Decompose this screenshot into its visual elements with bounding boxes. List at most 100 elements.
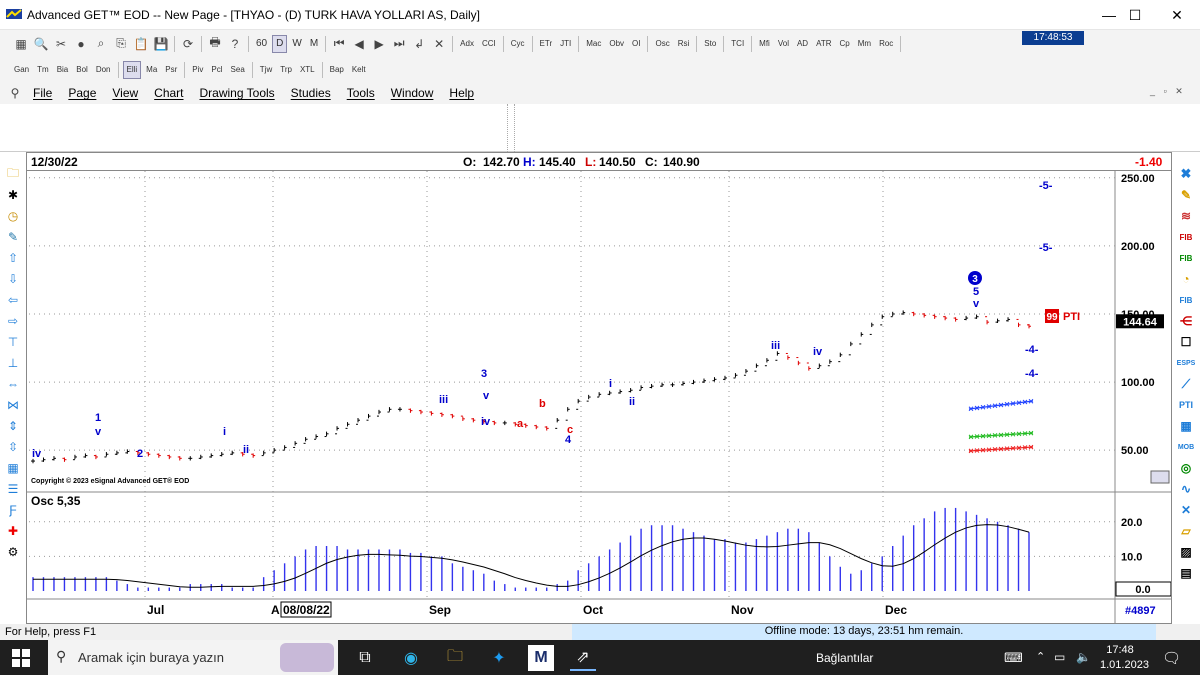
interval-daily[interactable]: D: [272, 34, 288, 53]
interval-weekly[interactable]: W: [289, 35, 304, 53]
study-button-mac[interactable]: Mac: [583, 35, 604, 53]
collapse-v-icon[interactable]: ⇕: [4, 417, 22, 435]
fib-green-icon[interactable]: FIB: [1177, 249, 1195, 267]
menu-window[interactable]: Window: [383, 86, 442, 100]
gann-icon[interactable]: ✱: [4, 186, 22, 204]
ruler-icon[interactable]: ▱: [1177, 522, 1195, 540]
menu-drawing-tools[interactable]: Drawing Tools: [192, 86, 283, 100]
target-icon[interactable]: ◎: [1177, 459, 1195, 477]
help-icon[interactable]: ?: [226, 35, 244, 53]
volume-icon[interactable]: 🔈: [1076, 650, 1091, 664]
study-button-etr[interactable]: ETr: [537, 35, 556, 53]
interval-60[interactable]: 60: [253, 35, 270, 53]
study-button-adx[interactable]: Adx: [457, 35, 477, 53]
table-icon[interactable]: ▦: [1177, 417, 1195, 435]
fan-icon[interactable]: ⋲: [1177, 312, 1195, 330]
scroll-end-icon[interactable]: ⏭: [390, 35, 408, 53]
edge-browser-icon[interactable]: ◉: [398, 645, 424, 671]
notification-icon[interactable]: 🗨: [1162, 649, 1181, 667]
scroll-start-icon[interactable]: ⏮: [330, 35, 348, 53]
mdi-window-controls[interactable]: _ ▫ ✕: [1150, 86, 1186, 97]
save-icon[interactable]: 💾: [152, 35, 170, 53]
tool-button-elli[interactable]: Elli: [122, 60, 142, 79]
align-top-icon[interactable]: ⊤: [4, 333, 22, 351]
tools-icon[interactable]: ✂: [52, 35, 70, 53]
fib-icon[interactable]: Ƒ: [4, 501, 22, 519]
tool-button-psr[interactable]: Psr: [162, 61, 180, 79]
refresh-icon[interactable]: ⟳: [179, 35, 197, 53]
menu-help[interactable]: Help: [441, 86, 482, 100]
timer-icon[interactable]: ◔: [1177, 270, 1195, 288]
compress-icon[interactable]: ↲: [410, 35, 428, 53]
menu-view[interactable]: View: [104, 86, 146, 100]
study-button-roc[interactable]: Roc: [876, 35, 896, 53]
keyboard-icon[interactable]: ⌨: [1004, 650, 1023, 666]
tool-button-don[interactable]: Don: [93, 61, 114, 79]
expand-h-icon[interactable]: ⇔: [4, 375, 22, 393]
bands-icon[interactable]: ≋: [1177, 207, 1195, 225]
chart-mini-icon[interactable]: [1150, 470, 1170, 484]
collapse-h-icon[interactable]: ⋈: [4, 396, 22, 414]
interval-monthly[interactable]: M: [307, 35, 321, 53]
esps-icon[interactable]: ESPS: [1177, 354, 1196, 372]
scroll-right-icon[interactable]: ▶: [370, 35, 388, 53]
expand-icon[interactable]: ✕: [430, 35, 448, 53]
tool-button-xtl[interactable]: XTL: [297, 61, 318, 79]
study-button-cp[interactable]: Cp: [837, 35, 853, 53]
arrow-down-icon[interactable]: ⇩: [4, 270, 22, 288]
toolbar-splitter[interactable]: [507, 104, 515, 152]
network-icon[interactable]: ▭: [1054, 650, 1065, 664]
arrow-right-icon[interactable]: ⇨: [4, 312, 22, 330]
clock-icon[interactable]: ◷: [4, 207, 22, 225]
tool-button-gan[interactable]: Gan: [11, 61, 32, 79]
taskbar-search[interactable]: ⚲ Aramak için buraya yazın: [48, 640, 338, 675]
menu-page[interactable]: Page: [60, 86, 104, 100]
chart-window[interactable]: 12/30/22 O: 142.70 H: 145.40 L: 140.50 C…: [26, 152, 1172, 624]
study-button-rsi[interactable]: Rsi: [675, 35, 693, 53]
fib-red-icon[interactable]: FIB: [1177, 228, 1195, 246]
cross-icon[interactable]: ✕: [1177, 501, 1195, 519]
tray-chevron-icon[interactable]: ⌃: [1036, 650, 1045, 663]
expand-v-icon[interactable]: ⇳: [4, 438, 22, 456]
arrow-left-icon[interactable]: ⇦: [4, 291, 22, 309]
study-button-ad[interactable]: AD: [794, 35, 811, 53]
tool-button-bol[interactable]: Bol: [73, 61, 91, 79]
task-view-icon[interactable]: ⧉: [352, 645, 378, 671]
pencil-icon[interactable]: ✎: [4, 228, 22, 246]
arrow-up-icon[interactable]: ⇧: [4, 249, 22, 267]
crosshair-icon[interactable]: ✚: [4, 522, 22, 540]
palette-icon[interactable]: ▨: [1177, 543, 1195, 561]
mob-icon[interactable]: MOB: [1177, 438, 1195, 456]
magnify-icon[interactable]: ⌕: [92, 35, 110, 53]
tool-button-sea[interactable]: Sea: [228, 61, 248, 79]
menu-chart[interactable]: Chart: [146, 86, 191, 100]
fib-blue-icon[interactable]: FIB: [1177, 291, 1195, 309]
folder-grid-icon[interactable]: ▤: [1177, 564, 1195, 582]
tool-button-tjw[interactable]: Tjw: [257, 61, 275, 79]
study-button-cyc[interactable]: Cyc: [508, 35, 528, 53]
menu-file[interactable]: File: [25, 86, 60, 100]
taskbar-time[interactable]: 17:48: [1100, 644, 1140, 656]
tool-button-trp[interactable]: Trp: [277, 61, 295, 79]
study-button-jti[interactable]: JTI: [557, 35, 574, 53]
windows-start-icon[interactable]: [12, 649, 30, 667]
pin-icon[interactable]: ⚲: [6, 84, 24, 102]
settings-icon[interactable]: ⚙: [4, 543, 22, 561]
close-button[interactable]: ✕: [1154, 0, 1200, 30]
twitter-icon[interactable]: ✦: [486, 645, 512, 671]
lines-icon[interactable]: ☰: [4, 480, 22, 498]
wave-icon[interactable]: ∿: [1177, 480, 1195, 498]
pti-icon[interactable]: PTI: [1177, 396, 1195, 414]
connections-label[interactable]: Bağlantılar: [816, 651, 873, 665]
zoom-icon[interactable]: 🔍: [32, 35, 50, 53]
menu-tools[interactable]: Tools: [339, 86, 383, 100]
tool-button-tm[interactable]: Tm: [34, 61, 52, 79]
tool-button-bia[interactable]: Bia: [54, 61, 72, 79]
tool-button-kelt[interactable]: Kelt: [349, 61, 369, 79]
maximize-button[interactable]: ☐: [1112, 0, 1158, 30]
pencil-yellow-icon[interactable]: ✎: [1177, 186, 1195, 204]
study-button-obv[interactable]: Obv: [606, 35, 627, 53]
chart-area[interactable]: 250.00200.00150.00100.0050.0020.010.0iv1…: [27, 171, 1171, 623]
box-icon[interactable]: ☐: [1177, 333, 1195, 351]
chart-window-icon[interactable]: ▦: [12, 35, 30, 53]
